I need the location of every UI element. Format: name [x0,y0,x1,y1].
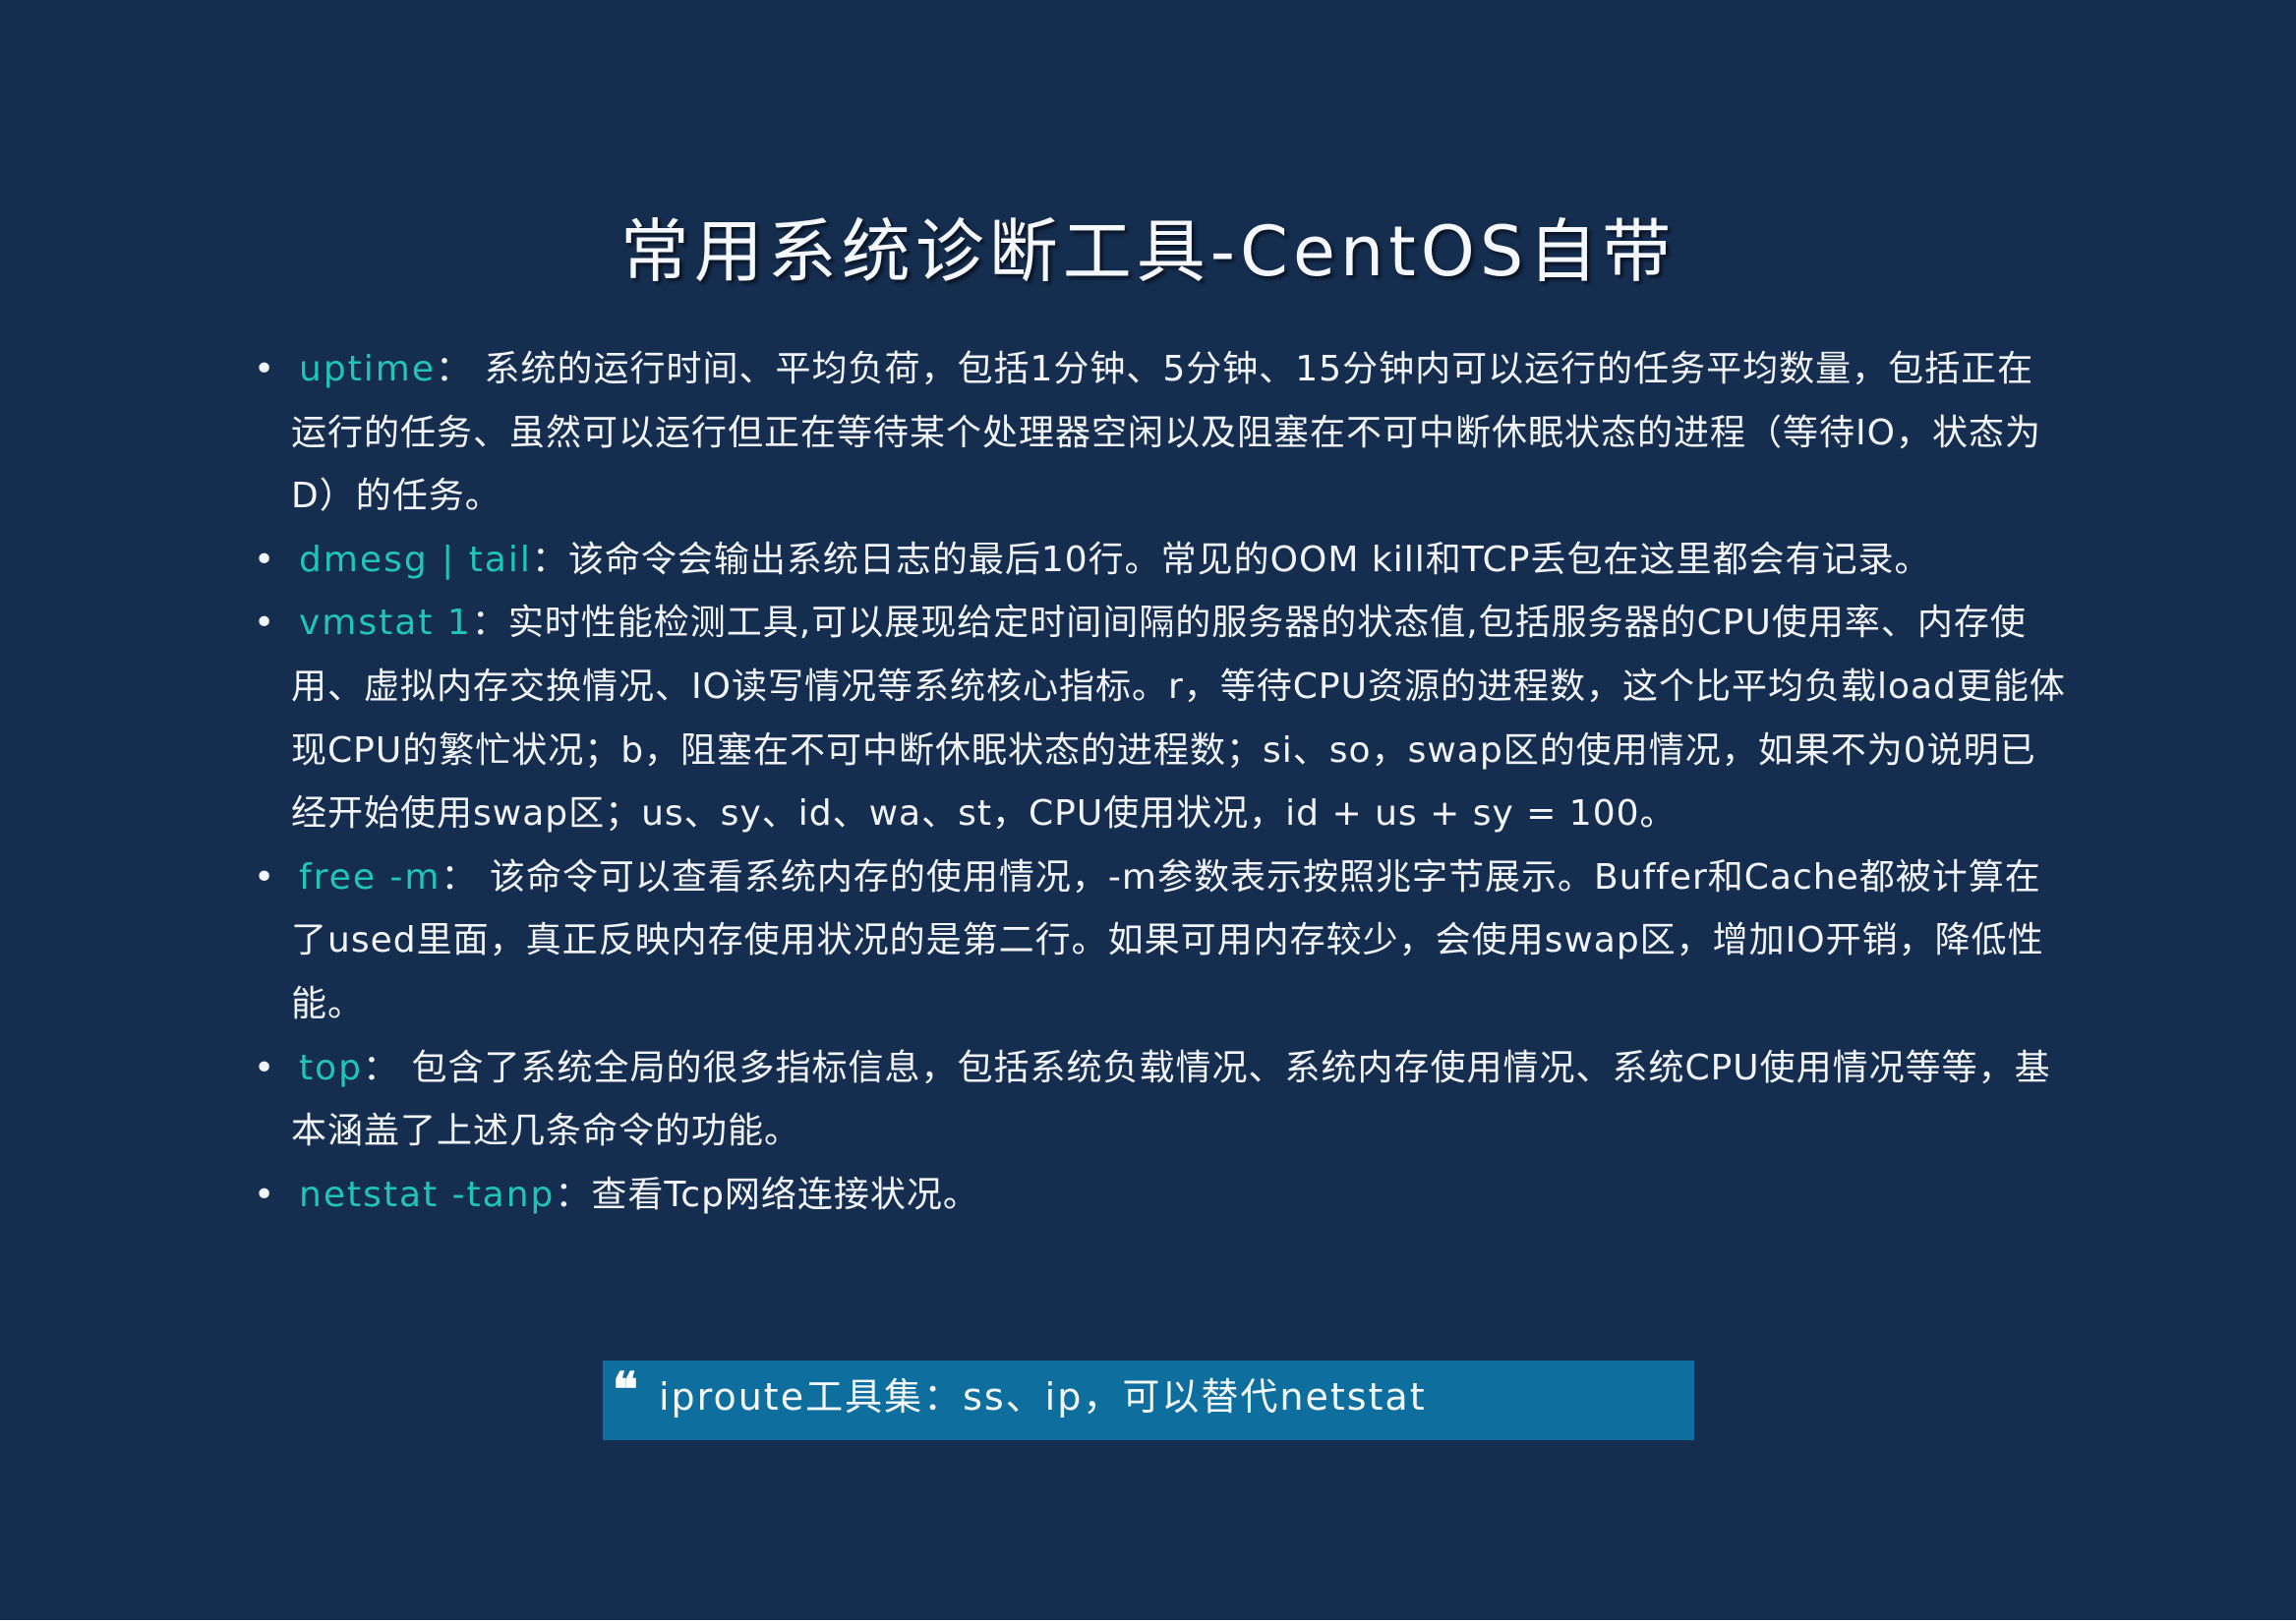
command-name: dmesg | tail [299,539,532,580]
quote-box: ❝ iproute工具集：ss、ip，可以替代netstat [603,1361,1694,1440]
bullet-item-uptime: • uptime： 系统的运行时间、平均负荷，包括1分钟、5分钟、15分钟内可以运… [254,338,2069,529]
slide-title: 常用系统诊断工具-CentOS自带 [619,211,1677,292]
bullet-list: • uptime： 系统的运行时间、平均负荷，包括1分钟、5分钟、15分钟内可以运… [254,338,2069,1228]
bullet-item-netstat: • netstat -tanp：查看Tcp网络连接状况。 [254,1164,2069,1228]
bullet-dot-icon: • [254,539,276,580]
quote-mark-icon: ❝ [613,1363,638,1418]
bullet-item-vmstat: • vmstat 1：实时性能检测工具,可以展现给定时间间隔的服务器的状态值,包括… [254,592,2069,845]
command-description: ：查看Tcp网络连接状况。 [555,1174,979,1215]
command-name: free -m [299,856,442,898]
command-name: uptime [299,349,437,389]
command-description: ：实时性能检测工具,可以展现给定时间间隔的服务器的状态值,包括服务器的CPU使用… [291,603,2066,835]
command-description: ：该命令会输出系统日志的最后10行。常见的OOM kill和TCP丢包在这里都会… [531,539,1931,580]
slide: 常用系统诊断工具-CentOS自带 • uptime： 系统的运行时间、平均负荷，… [0,0,2296,1620]
command-description: ： 包含了系统全局的很多指标信息，包括系统负载情况、系统内存使用情况、系统CPU… [291,1047,2051,1152]
quote-text: iproute工具集：ss、ip，可以替代netstat [659,1375,1427,1419]
bullet-dot-icon: • [254,603,276,644]
command-name: top [299,1047,363,1088]
command-description: ： 该命令可以查看系统内存的使用情况，-m参数表示按照兆字节展示。Buffer和… [291,856,2044,1024]
bullet-dot-icon: • [254,349,276,389]
bullet-item-top: • top： 包含了系统全局的很多指标信息，包括系统负载情况、系统内存使用情况、系… [254,1037,2069,1164]
bullet-dot-icon: • [254,1174,276,1215]
bullet-dot-icon: • [254,1047,276,1088]
bullet-item-free: • free -m： 该命令可以查看系统内存的使用情况，-m参数表示按照兆字节展示… [254,846,2069,1037]
bullet-item-dmesg: • dmesg | tail：该命令会输出系统日志的最后10行。常见的OOM ki… [254,529,2069,593]
bullet-dot-icon: • [254,856,276,898]
command-name: vmstat 1 [299,603,472,644]
command-description: ： 系统的运行时间、平均负荷，包括1分钟、5分钟、15分钟内可以运行的任务平均数… [291,349,2041,517]
command-name: netstat -tanp [299,1174,556,1215]
